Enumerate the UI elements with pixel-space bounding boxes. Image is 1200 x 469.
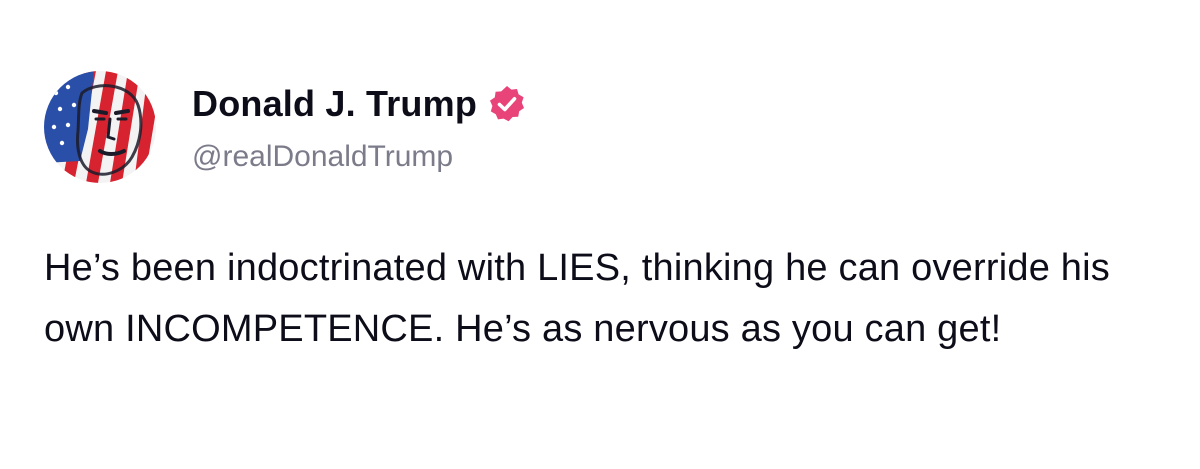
avatar-image	[44, 71, 156, 183]
author-display-name[interactable]: Donald J. Trump	[192, 86, 477, 122]
post-card: Donald J. Trump @realDonaldTrump He’s be…	[0, 0, 1200, 469]
name-row: Donald J. Trump	[192, 79, 527, 129]
author-handle[interactable]: @realDonaldTrump	[192, 139, 527, 175]
verified-badge-icon	[487, 84, 527, 124]
post-header: Donald J. Trump @realDonaldTrump	[44, 70, 527, 184]
avatar[interactable]	[44, 71, 156, 183]
post-body-text: He’s been indoctrinated with LIES, think…	[44, 247, 1110, 350]
author-identity: Donald J. Trump @realDonaldTrump	[192, 79, 527, 175]
